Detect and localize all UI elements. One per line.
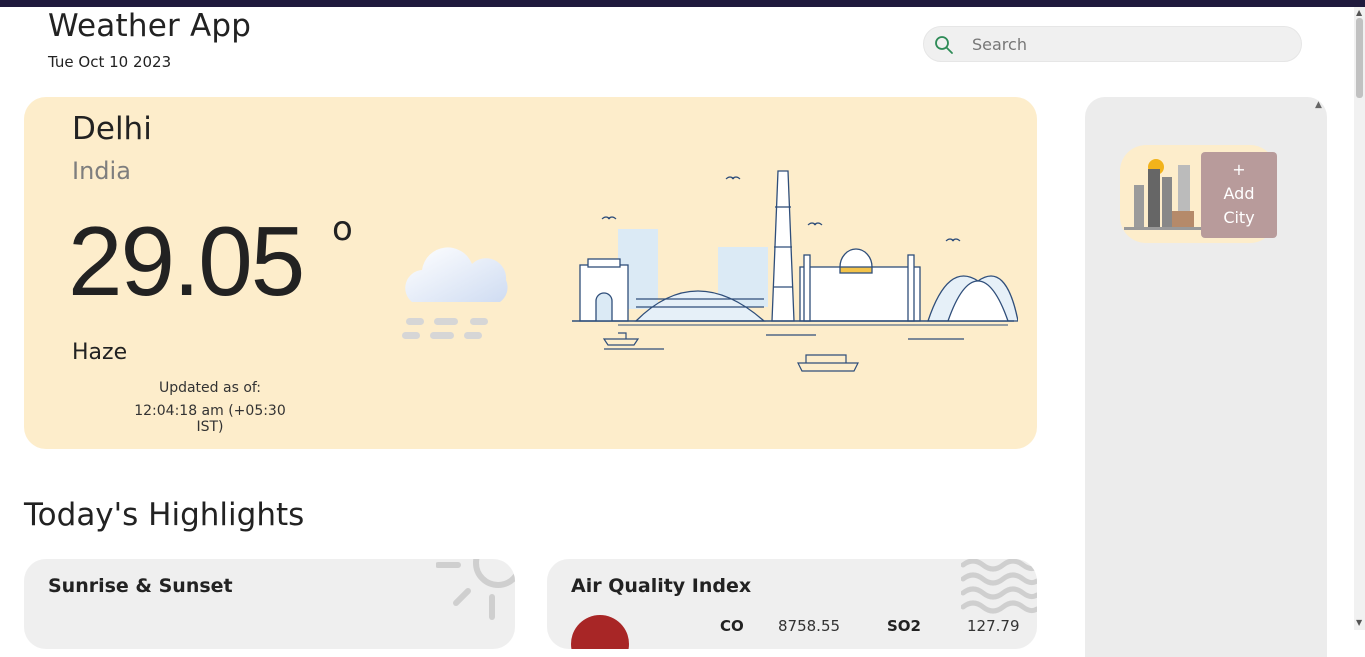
sun-icon: [435, 559, 515, 633]
add-city-plus-icon: +: [1232, 160, 1246, 179]
page-scrollbar[interactable]: [1354, 7, 1365, 630]
city-name: Delhi: [72, 111, 152, 147]
scroll-down-icon[interactable]: ▼: [1356, 618, 1362, 627]
aqi-co-label: CO: [720, 617, 744, 635]
sunrise-sunset-card: Sunrise & Sunset: [24, 559, 515, 649]
search-bar[interactable]: [923, 26, 1302, 62]
add-city-button[interactable]: + Add City: [1201, 152, 1277, 238]
country-name: India: [72, 157, 131, 185]
updated-time: 12:04:18 am (+05:30 IST): [134, 403, 286, 435]
city-thumbnail-icon: [1122, 155, 1206, 239]
air-quality-card: Air Quality Index CO 8758.55 SO2 127.79: [547, 559, 1037, 649]
scrollbar-thumb[interactable]: [1356, 18, 1363, 98]
search-icon[interactable]: [934, 35, 954, 55]
aqi-co-value: 8758.55: [778, 617, 841, 635]
current-weather-card: Delhi India 29.05 o Haze Updated as of: …: [24, 97, 1037, 449]
sunrise-sunset-title: Sunrise & Sunset: [48, 575, 233, 597]
panel-scroll-up-icon[interactable]: ▲: [1315, 100, 1322, 110]
updated-label: Updated as of:: [158, 380, 262, 396]
wind-icon: [960, 559, 1037, 623]
highlights-heading: Today's Highlights: [24, 497, 305, 533]
weather-condition: Haze: [72, 340, 128, 365]
scroll-up-icon[interactable]: ▲: [1356, 8, 1362, 17]
current-date: Tue Oct 10 2023: [48, 53, 172, 71]
delhi-skyline-illustration: [568, 167, 1019, 386]
top-bar: [0, 0, 1365, 7]
aqi-indicator: [571, 615, 629, 649]
add-city-label-2: City: [1223, 208, 1255, 227]
haze-cloud-icon: [394, 232, 514, 356]
air-quality-title: Air Quality Index: [571, 575, 752, 597]
search-input[interactable]: [972, 27, 1292, 61]
degree-symbol: o: [332, 209, 353, 249]
add-city-label: Add: [1223, 184, 1255, 203]
temperature-value: 29.05: [68, 206, 305, 316]
aqi-so2-label: SO2: [887, 617, 921, 635]
app-title: Weather App: [48, 8, 252, 44]
